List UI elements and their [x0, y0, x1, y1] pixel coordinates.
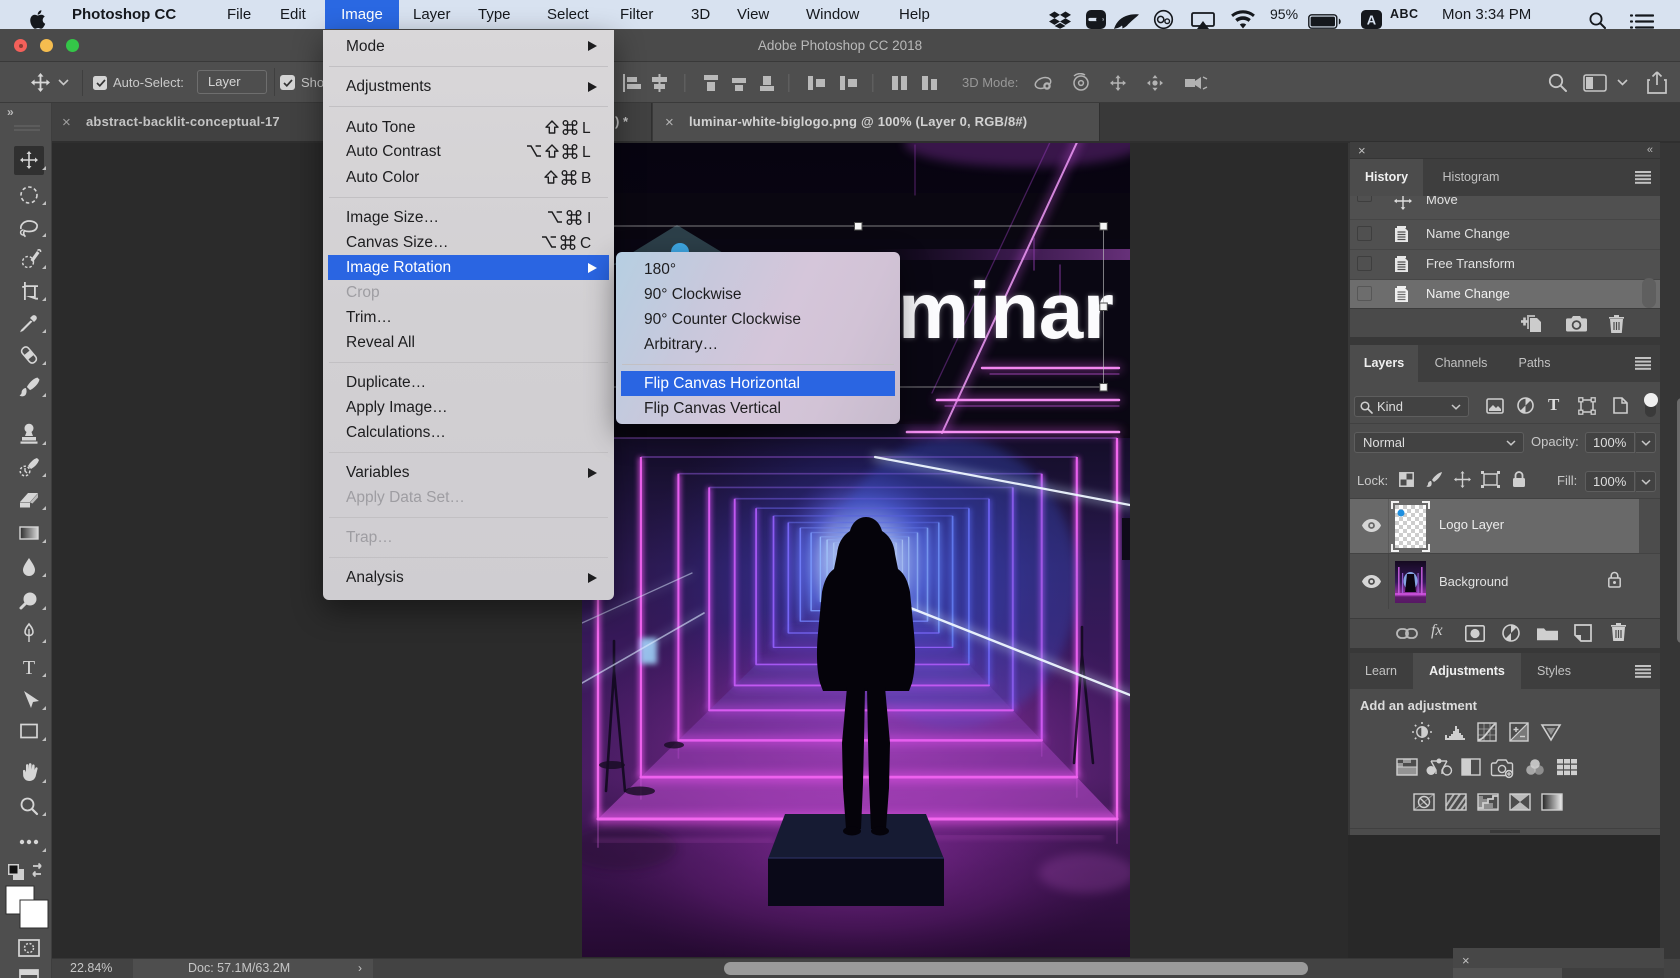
svg-text:L: L: [582, 144, 591, 160]
svg-text:»: »: [7, 105, 14, 119]
svg-text:T: T: [23, 657, 35, 679]
svg-text:C: C: [580, 235, 591, 251]
svg-text:I: I: [587, 210, 591, 226]
svg-text:B: B: [581, 170, 591, 186]
svg-text:minar: minar: [898, 266, 1113, 355]
svg-text:L: L: [582, 120, 591, 136]
svg-text:A: A: [1367, 13, 1377, 28]
